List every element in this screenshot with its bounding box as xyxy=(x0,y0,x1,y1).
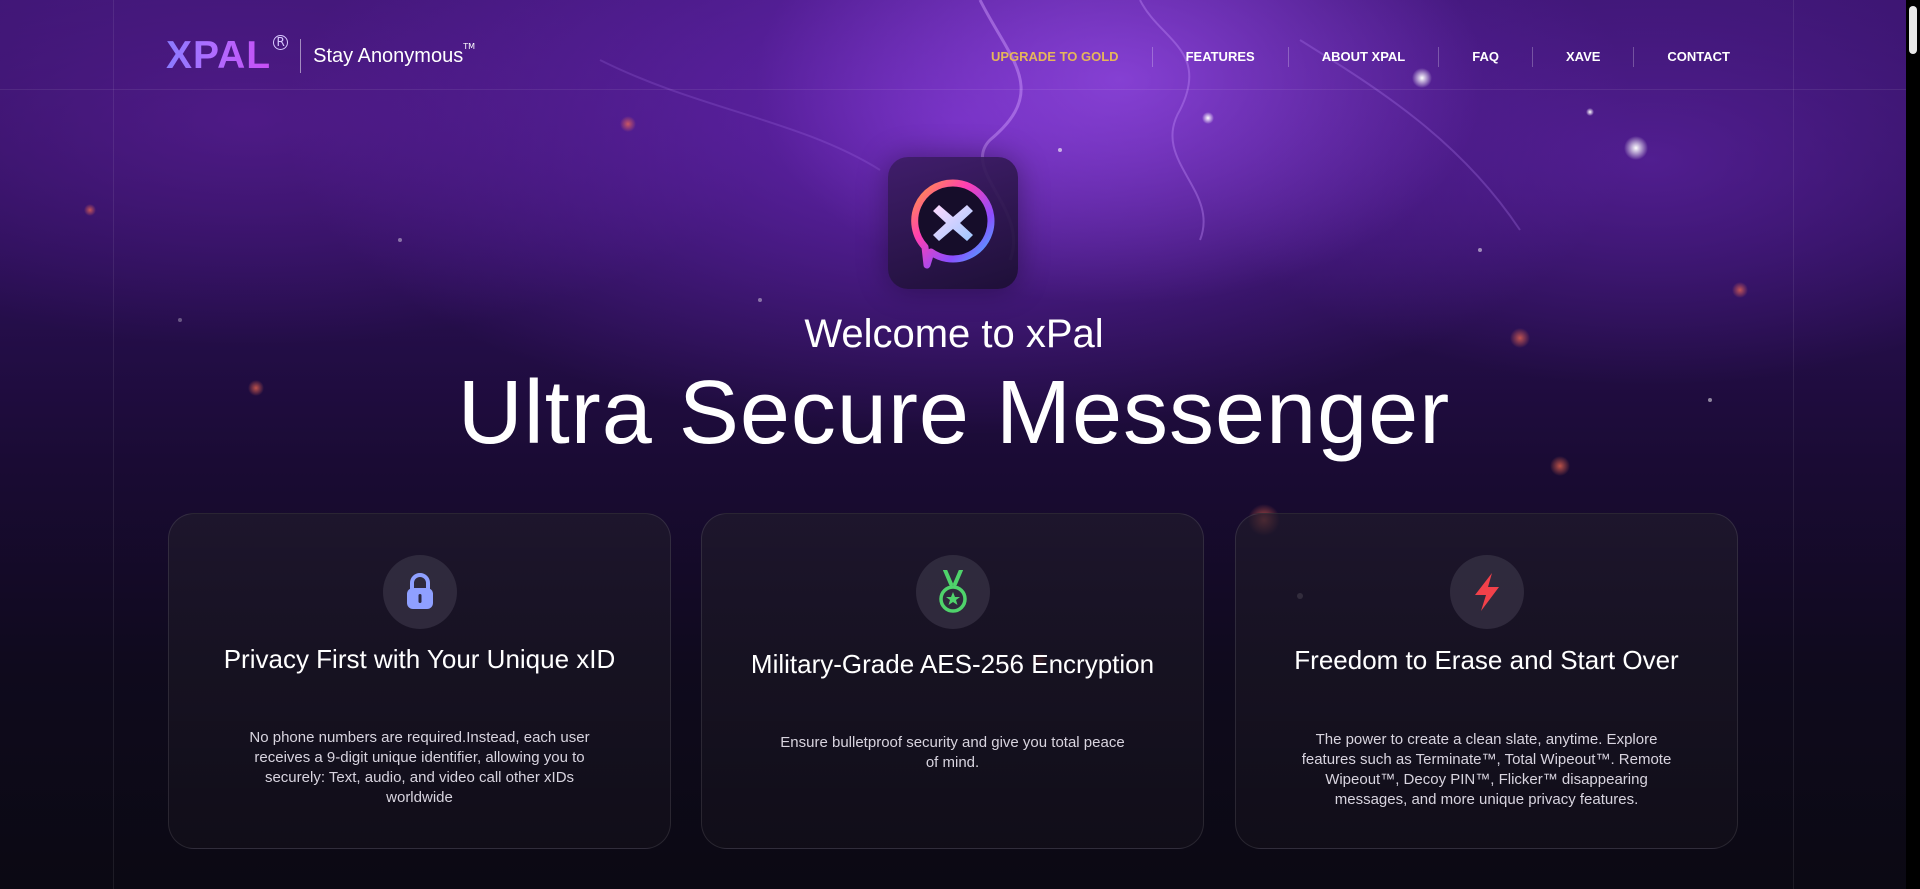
nav-features[interactable]: FEATURES xyxy=(1151,47,1288,67)
brand-logo[interactable]: XPAL R Stay Anonymous TM xyxy=(166,34,476,77)
page-scrollbar[interactable] xyxy=(1906,0,1920,889)
lightning-icon xyxy=(1449,555,1524,629)
medal-icon xyxy=(915,555,990,629)
feature-card-privacy: Privacy First with Your Unique xID No ph… xyxy=(168,513,671,849)
registered-mark: R xyxy=(273,34,289,50)
scrollbar-thumb[interactable] xyxy=(1909,6,1917,54)
feature-title: Military-Grade AES-256 Encryption xyxy=(750,649,1155,679)
trademark-mark: TM xyxy=(463,41,476,51)
feature-title: Freedom to Erase and Start Over xyxy=(1294,645,1679,675)
nav-xave[interactable]: XAVE xyxy=(1531,47,1633,67)
feature-description: Ensure bulletproof security and give you… xyxy=(780,734,1125,771)
header-divider xyxy=(0,89,1920,90)
nav-contact[interactable]: CONTACT xyxy=(1633,47,1730,67)
feature-card-encryption: Military-Grade AES-256 Encryption Ensure… xyxy=(701,513,1204,849)
logo-separator xyxy=(300,39,302,73)
feature-title: Privacy First with Your Unique xID xyxy=(223,644,616,674)
lock-icon xyxy=(382,555,457,629)
hero-title: Ultra Secure Messenger xyxy=(457,363,1451,463)
main-nav: UPGRADE TO GOLD FEATURES ABOUT XPAL FAQ … xyxy=(958,47,1730,67)
brand-tagline: Stay Anonymous xyxy=(313,44,464,67)
logo-wordmark: XPAL xyxy=(166,34,272,77)
feature-card-erase: Freedom to Erase and Start Over The powe… xyxy=(1235,513,1738,849)
nav-faq[interactable]: FAQ xyxy=(1438,47,1532,67)
feature-description: The power to create a clean slate, anyti… xyxy=(1301,731,1672,808)
site-header: XPAL R Stay Anonymous TM UPGRADE TO GOLD… xyxy=(0,0,1920,89)
xpal-app-icon xyxy=(888,157,1018,289)
welcome-heading: Welcome to xPal xyxy=(804,312,1104,356)
x-chat-bubble-icon xyxy=(911,179,995,269)
feature-description: No phone numbers are required.Instead, e… xyxy=(249,729,590,806)
nav-about-xpal[interactable]: ABOUT XPAL xyxy=(1287,47,1439,67)
nav-upgrade-to-gold[interactable]: UPGRADE TO GOLD xyxy=(958,47,1152,67)
